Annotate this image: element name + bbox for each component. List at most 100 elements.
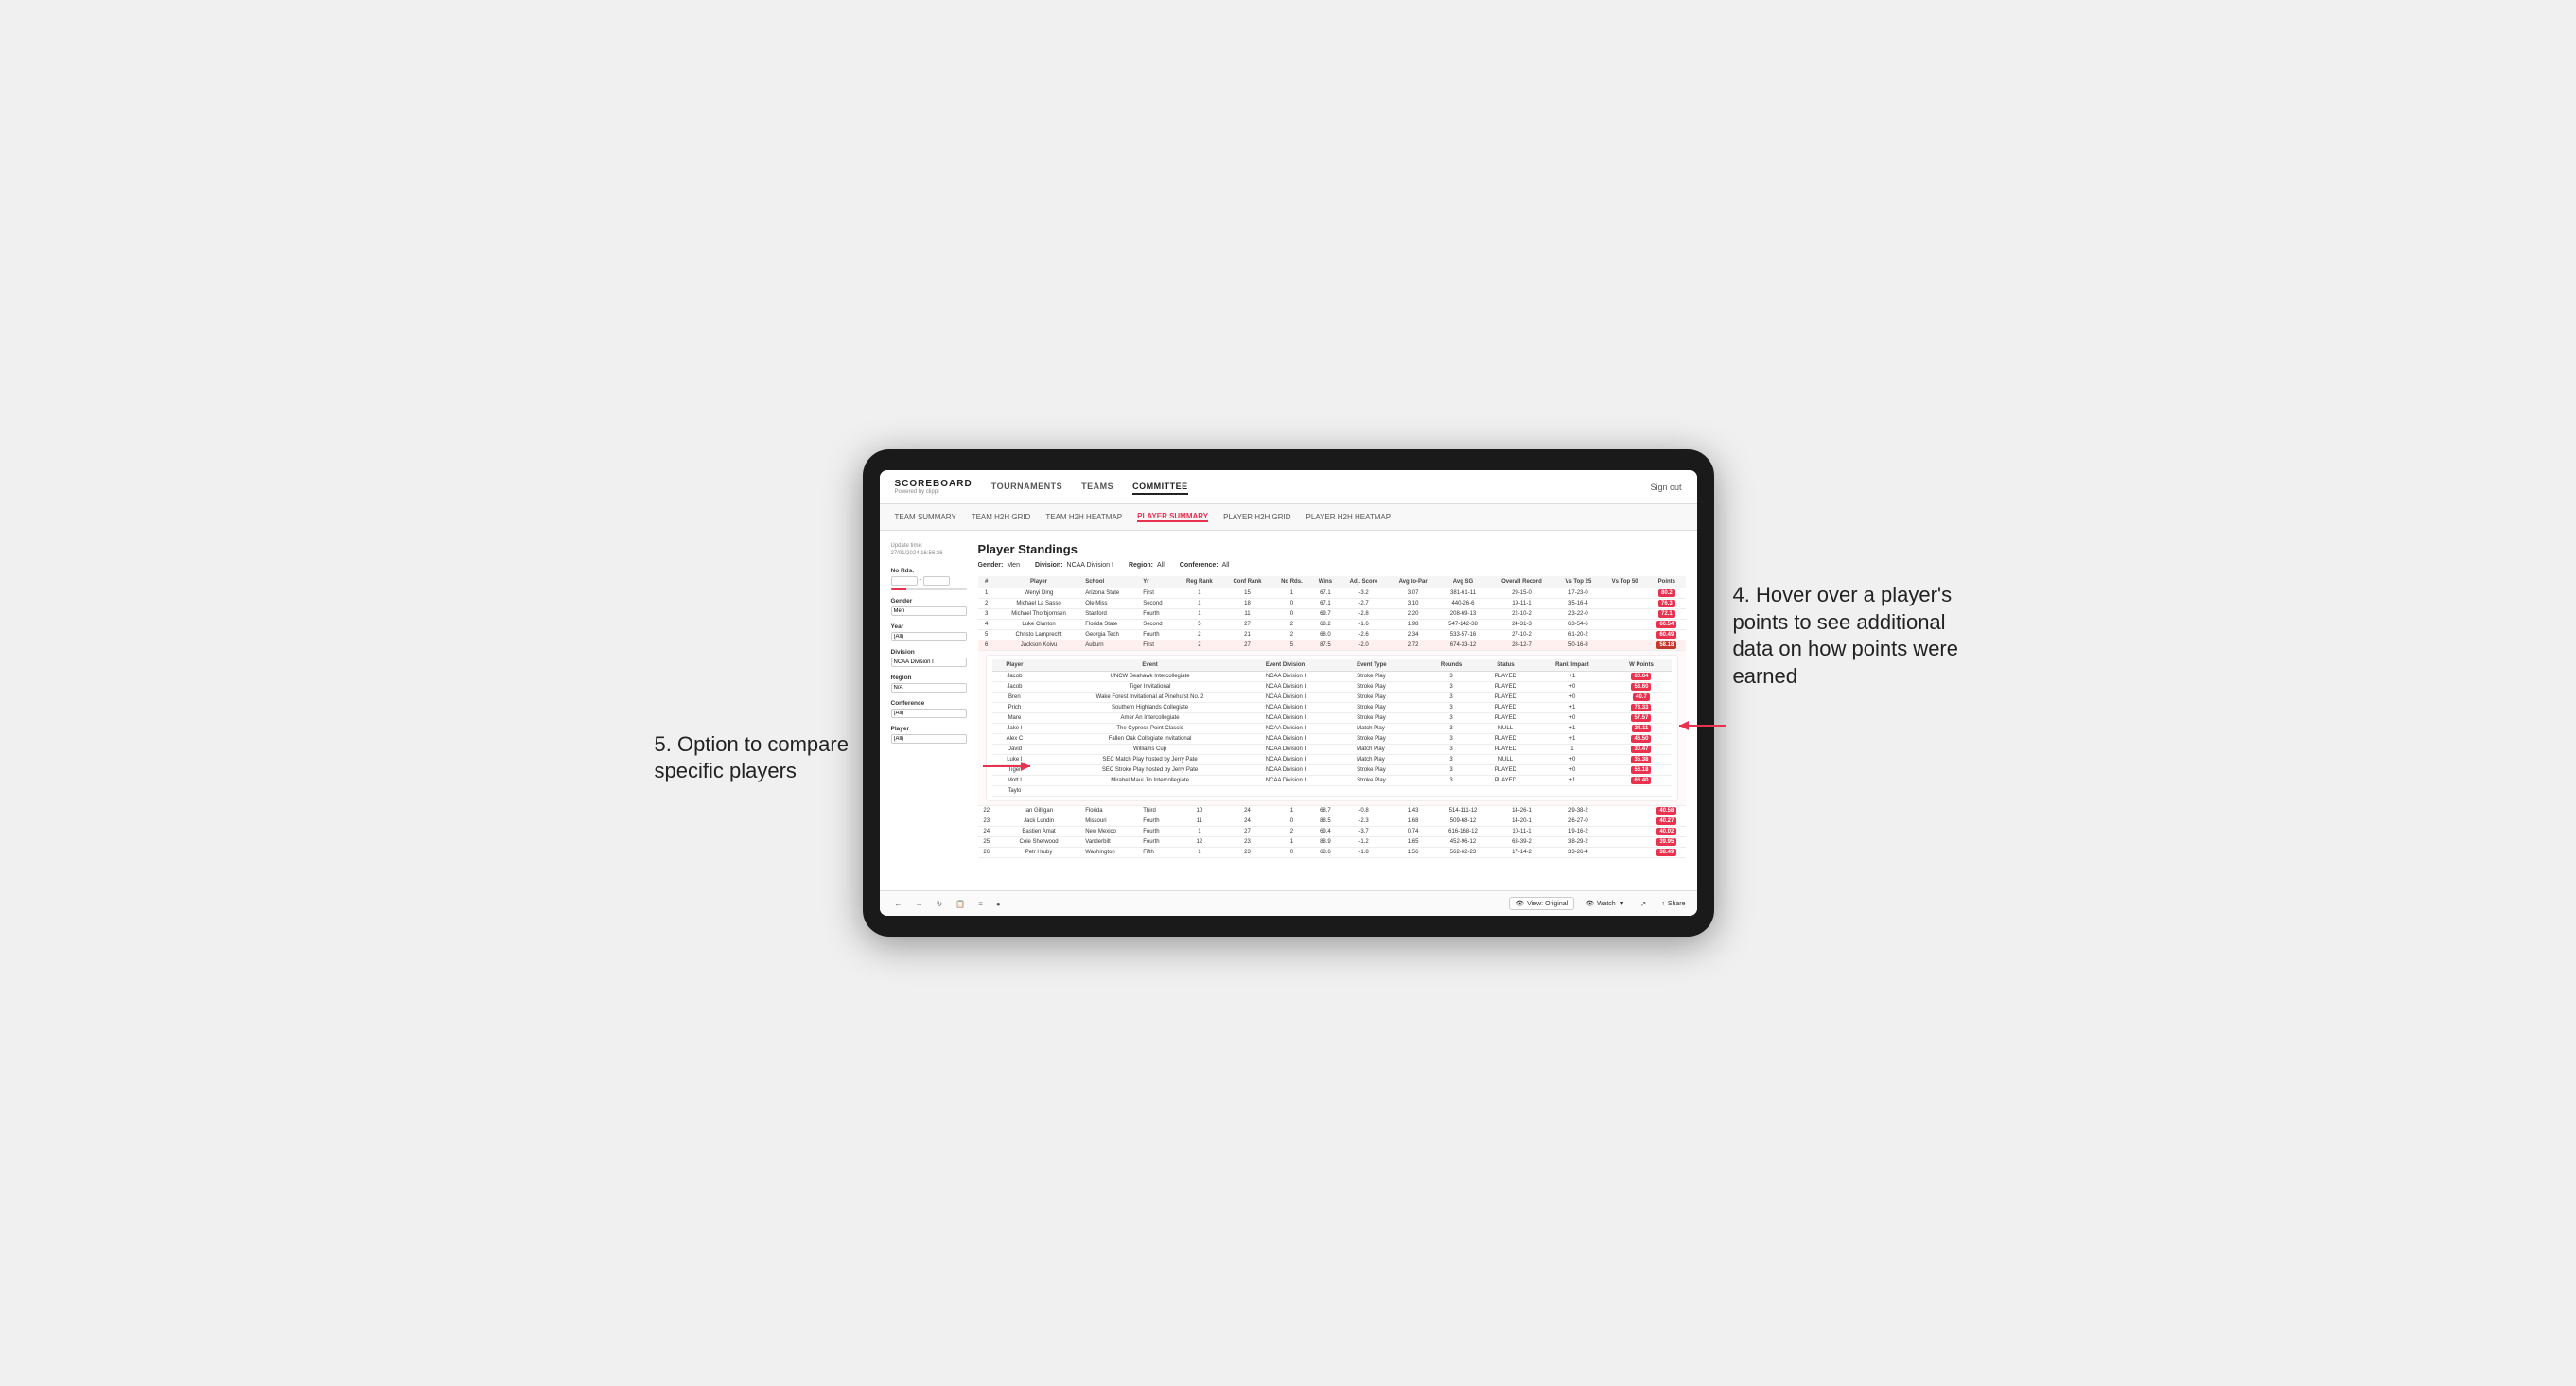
- filter-division: Division NCAA Division I: [891, 649, 967, 667]
- points-badge[interactable]: 39.95: [1656, 838, 1676, 846]
- col-avg-to-par: Avg to-Par: [1388, 576, 1437, 588]
- page-title: Player Standings: [978, 542, 1686, 556]
- filter-chip-region: Region: All: [1129, 562, 1165, 569]
- tablet-screen: SCOREBOARD Powered by clippi TOURNAMENTS…: [880, 470, 1697, 916]
- filter-no-rds-min[interactable]: [891, 576, 918, 586]
- toolbar-copy-btn[interactable]: 📋: [952, 898, 969, 910]
- table-header-row: # Player School Yr Reg Rank Conf Rank No…: [978, 576, 1686, 588]
- w-points-badge: 53.60: [1631, 683, 1651, 691]
- tooltip-row-item: Mare Amer An Intercollegiate NCAA Divisi…: [992, 713, 1672, 724]
- sub-nav-player-h2h-grid[interactable]: PLAYER H2H GRID: [1223, 513, 1290, 521]
- logo-area: SCOREBOARD Powered by clippi: [895, 479, 973, 495]
- sub-nav-player-summary[interactable]: PLAYER SUMMARY: [1137, 512, 1208, 522]
- w-points-badge: 73.33: [1631, 704, 1651, 711]
- share-icon: ↑: [1661, 901, 1665, 907]
- filter-conference-label: Conference: [891, 700, 967, 707]
- arrow-left-icon: [978, 757, 1035, 776]
- col-no-rds: No Rds.: [1272, 576, 1312, 588]
- tooltip-row-item: Jake I The Cypress Point Classic NCAA Di…: [992, 724, 1672, 734]
- filters-row: Gender: Men Division: NCAA Division I Re…: [978, 562, 1686, 569]
- filter-player-select[interactable]: (All): [891, 734, 967, 744]
- watch-button[interactable]: 👁 Watch ▼: [1586, 900, 1624, 907]
- tooltip-col-event: Event: [1037, 659, 1263, 672]
- nav-tournaments[interactable]: TOURNAMENTS: [991, 480, 1062, 495]
- points-badge[interactable]: 38.49: [1656, 849, 1676, 856]
- filter-conference-select[interactable]: (All): [891, 709, 967, 718]
- nav-items: TOURNAMENTS TEAMS COMMITTEE: [991, 480, 1651, 495]
- points-badge[interactable]: 76.3: [1658, 600, 1675, 607]
- tooltip-row-item: Taylo: [992, 786, 1672, 797]
- w-points-badge: 35.38: [1631, 756, 1651, 763]
- toolbar-back-btn[interactable]: ←: [891, 898, 906, 910]
- toolbar-filter-btn[interactable]: ≡: [974, 898, 987, 910]
- tooltip-row-item: Alex C Fallen Oak Collegiate Invitationa…: [992, 734, 1672, 745]
- points-badge[interactable]: 66.54: [1656, 621, 1676, 628]
- tooltip-col-status: Status: [1478, 659, 1533, 672]
- points-badge[interactable]: 40.58: [1656, 807, 1676, 815]
- standings-table: # Player School Yr Reg Rank Conf Rank No…: [978, 576, 1686, 858]
- filter-year-select[interactable]: (All): [891, 632, 967, 641]
- filter-chip-gender: Gender: Men: [978, 562, 1020, 569]
- filter-division-label: Division: [891, 649, 967, 656]
- table-row: 4 Luke Clanton Florida State Second 5 27…: [978, 620, 1686, 630]
- sub-nav-team-summary[interactable]: TEAM SUMMARY: [895, 513, 956, 521]
- table-row: 22 Ian Gilligan Florida Third 10 24 1 68…: [978, 806, 1686, 816]
- nav-committee[interactable]: COMMITTEE: [1132, 480, 1188, 495]
- filter-year: Year (All): [891, 623, 967, 641]
- table-row: 1 Wenyi Ding Arizona State First 1 15 1 …: [978, 588, 1686, 599]
- filter-division-select[interactable]: NCAA Division I: [891, 658, 967, 667]
- sub-nav-team-h2h-grid[interactable]: TEAM H2H GRID: [972, 513, 1031, 521]
- tooltip-header-row: Player Event Event Division Event Type R…: [992, 659, 1672, 672]
- toolbar-expand-btn[interactable]: ↗: [1637, 898, 1651, 910]
- w-points-badge: 66.40: [1631, 777, 1651, 784]
- filter-gender-select[interactable]: Men: [891, 606, 967, 616]
- toolbar-refresh-btn[interactable]: ↻: [933, 898, 947, 910]
- table-row: 24 Bastien Amat New Mexico Fourth 1 27 2…: [978, 827, 1686, 837]
- annotation-right: 4. Hover over a player's points to see a…: [1733, 582, 1979, 690]
- content-area: Player Standings Gender: Men Division: N…: [978, 542, 1686, 879]
- table-row: 2 Michael La Sasso Ole Miss Second 1 18 …: [978, 599, 1686, 609]
- table-row-highlighted: 6 Jackson Koivu Auburn First 2 27 5 87.5…: [978, 640, 1686, 651]
- col-vs50: Vs Top 50: [1602, 576, 1648, 588]
- tooltip-col-player: Player: [992, 659, 1038, 672]
- points-badge-active[interactable]: 58.18: [1656, 641, 1676, 649]
- col-avg-sg: Avg SG: [1438, 576, 1488, 588]
- watch-icon: 👁: [1586, 900, 1594, 907]
- toolbar-forward-btn[interactable]: →: [912, 898, 927, 910]
- filter-no-rds: No Rds. -: [891, 568, 967, 590]
- nav-sign-out[interactable]: Sign out: [1650, 482, 1681, 492]
- filter-no-rds-label: No Rds.: [891, 568, 967, 574]
- toolbar-left: ← → ↻ 📋 ≡ ●: [891, 898, 1005, 910]
- share-button[interactable]: ↑ Share: [1661, 901, 1685, 907]
- toolbar-clock-btn[interactable]: ●: [992, 898, 1005, 910]
- w-points-badge: 24.11: [1632, 725, 1652, 732]
- col-adj-score: Adj. Score: [1340, 576, 1389, 588]
- col-yr: Yr: [1140, 576, 1176, 588]
- points-badge[interactable]: 40.27: [1656, 817, 1676, 825]
- filter-no-rds-range[interactable]: -: [891, 576, 967, 586]
- points-badge[interactable]: 40.02: [1656, 828, 1676, 835]
- watch-chevron-icon: ▼: [1619, 901, 1625, 907]
- annotation-left: 5. Option to compare specific players: [655, 731, 853, 785]
- toolbar-right: 👁 View: Original 👁 Watch ▼ ↗ ↑ Share: [1509, 897, 1685, 910]
- view-original-button[interactable]: 👁 View: Original: [1509, 897, 1574, 910]
- nav-teams[interactable]: TEAMS: [1081, 480, 1113, 495]
- points-badge[interactable]: 60.49: [1656, 631, 1676, 639]
- filter-no-rds-max[interactable]: [923, 576, 950, 586]
- points-badge[interactable]: 80.2: [1658, 589, 1675, 597]
- tooltip-inner: Player Event Event Division Event Type R…: [986, 655, 1678, 801]
- share-label: Share: [1668, 901, 1686, 907]
- points-badge[interactable]: 72.1: [1658, 610, 1675, 618]
- col-school: School: [1082, 576, 1140, 588]
- sub-nav-team-h2h-heatmap[interactable]: TEAM H2H HEATMAP: [1045, 513, 1122, 521]
- main-content: Update time: 27/01/2024 16:56:26 No Rds.…: [880, 531, 1697, 890]
- table-row: 5 Christo Lamprecht Georgia Tech Fourth …: [978, 630, 1686, 640]
- filter-region-select[interactable]: N/A: [891, 683, 967, 693]
- w-points-badge: 56.18: [1631, 766, 1651, 774]
- sub-nav-player-h2h-heatmap[interactable]: PLAYER H2H HEATMAP: [1306, 513, 1392, 521]
- arrow-right-icon: [1674, 716, 1731, 735]
- logo-sub: Powered by clippi: [895, 489, 973, 495]
- nav-bar: SCOREBOARD Powered by clippi TOURNAMENTS…: [880, 470, 1697, 504]
- watch-label: Watch: [1597, 901, 1616, 907]
- col-rank: #: [978, 576, 995, 588]
